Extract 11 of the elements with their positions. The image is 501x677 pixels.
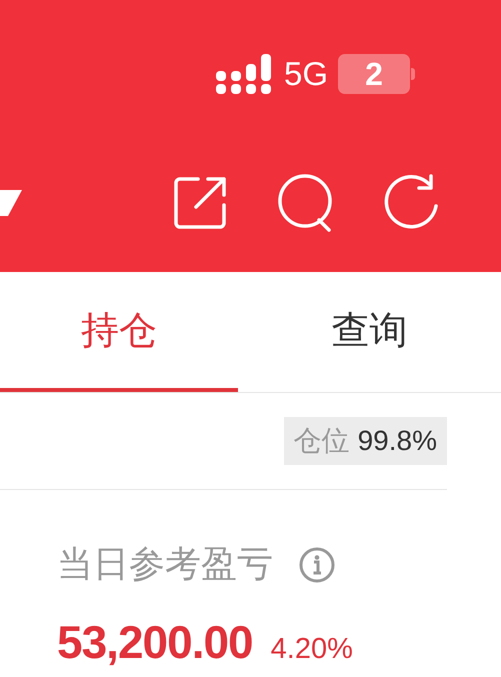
tab[interactable]: 持仓 xyxy=(0,272,238,392)
position-label: 仓位 xyxy=(294,424,350,458)
tab[interactable]: 查询 xyxy=(238,272,501,392)
pnl-percent: 4.20% xyxy=(270,633,353,666)
pnl-amount: 53,200.00 xyxy=(57,615,253,669)
position-value: 99.8% xyxy=(358,425,437,457)
dropdown-triangle-icon[interactable] xyxy=(0,190,22,216)
network-label: 5G xyxy=(284,55,328,93)
signal-icon xyxy=(216,54,274,94)
pnl-label: 当日参考盈亏 xyxy=(57,542,273,586)
info-icon[interactable] xyxy=(299,546,335,582)
